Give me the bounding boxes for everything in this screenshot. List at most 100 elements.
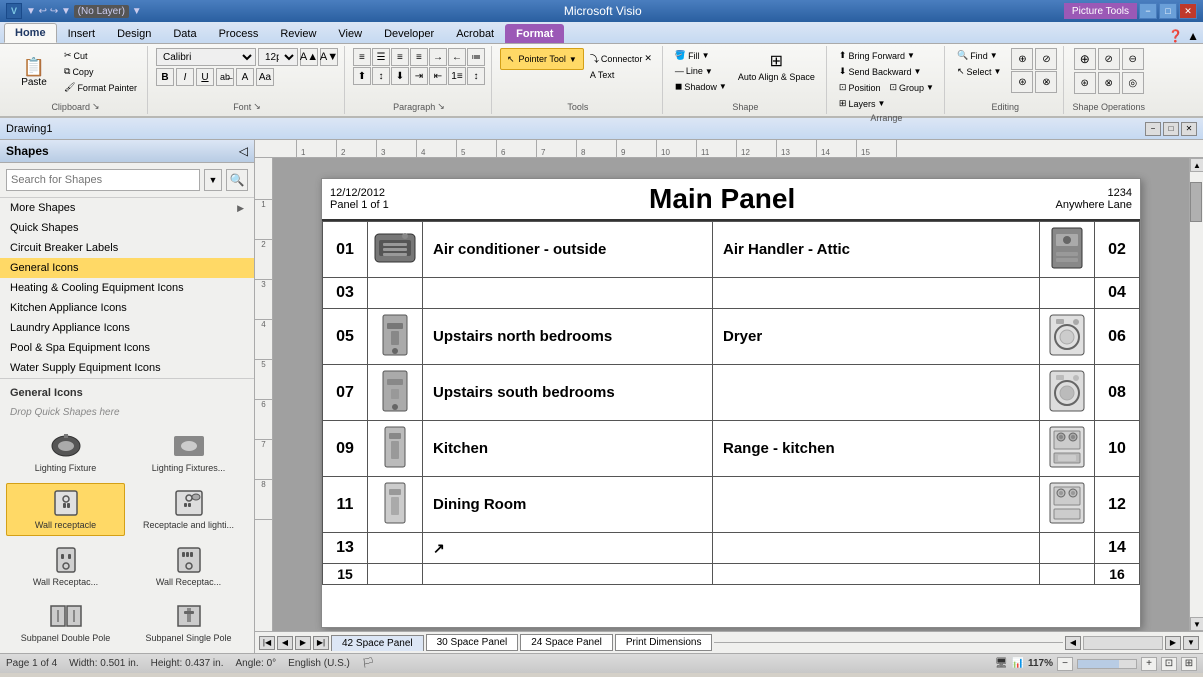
tab-prev-btn[interactable]: ◀: [277, 636, 293, 650]
search-btn[interactable]: 🔍: [226, 169, 248, 191]
underline-btn[interactable]: U: [196, 68, 214, 86]
connector-close-icon[interactable]: ✕: [644, 53, 652, 64]
align-center-btn[interactable]: ☰: [372, 48, 390, 66]
fill-dropdown-icon[interactable]: ▼: [702, 51, 710, 60]
collapse-ribbon-icon[interactable]: ▲: [1187, 29, 1199, 43]
italic-btn[interactable]: I: [176, 68, 194, 86]
canvas[interactable]: 12/12/2012 Panel 1 of 1 Main Panel 1234 …: [273, 158, 1189, 631]
shadow-button[interactable]: ◼ Shadow ▼: [671, 79, 731, 94]
tab-vert-scroll[interactable]: ▼: [1183, 636, 1199, 650]
shape-item-wall-receptac2[interactable]: Wall Receptac...: [129, 540, 248, 593]
shape-op-3[interactable]: ⊖: [1122, 48, 1144, 70]
shape-op-1[interactable]: ⊕: [1074, 48, 1096, 70]
indent-less-btn[interactable]: ⇤: [429, 67, 447, 85]
spacing-btn[interactable]: ↕: [467, 67, 485, 85]
line-button[interactable]: — Line ▼: [671, 64, 731, 78]
icon3[interactable]: ⊛: [1011, 71, 1033, 93]
doc-close-btn[interactable]: ✕: [1181, 122, 1197, 136]
sidebar-item-heating-cooling[interactable]: Heating & Cooling Equipment Icons: [0, 278, 254, 298]
connector-button[interactable]: ⤵ Connector ✕: [586, 50, 656, 67]
help-icon[interactable]: ❓: [1168, 29, 1183, 43]
highlight-btn[interactable]: Aa: [256, 68, 274, 86]
zoom-slider[interactable]: [1077, 659, 1137, 669]
tab-format[interactable]: Format: [505, 24, 564, 43]
shape-item-lighting-fixtures[interactable]: Lighting Fixtures...: [129, 426, 248, 479]
tab-view[interactable]: View: [327, 24, 373, 43]
shape-op-5[interactable]: ⊗: [1098, 72, 1120, 94]
find-dropdown[interactable]: ▼: [990, 51, 998, 60]
fill-button[interactable]: 🪣 Fill ▼: [671, 48, 731, 63]
tab-hscroll-left[interactable]: ◀: [1065, 636, 1081, 650]
shape-item-subpanel-double[interactable]: Subpanel Double Pole: [6, 596, 125, 649]
sidebar-item-pool-spa[interactable]: Pool & Spa Equipment Icons: [0, 338, 254, 358]
layers-btn[interactable]: ⊞ Layers ▼: [835, 96, 938, 111]
search-input[interactable]: [6, 169, 200, 191]
num-list-btn[interactable]: 1≡: [448, 67, 466, 85]
doc-minimize-btn[interactable]: −: [1145, 122, 1161, 136]
search-dropdown-btn[interactable]: ▼: [204, 169, 222, 191]
bold-btn[interactable]: B: [156, 68, 174, 86]
page-tab-30[interactable]: 30 Space Panel: [426, 634, 519, 651]
scroll-thumb[interactable]: [1190, 182, 1202, 222]
decrease-indent-btn[interactable]: ←: [448, 48, 466, 66]
indent-more-btn[interactable]: ⇥: [410, 67, 428, 85]
font-expand-icon[interactable]: ↘: [253, 101, 261, 112]
page-tab-24[interactable]: 24 Space Panel: [520, 634, 613, 651]
valign-bot-btn[interactable]: ⬇: [391, 67, 409, 85]
shape-item-receptacle-lighting[interactable]: Receptacle and lighti...: [129, 483, 248, 536]
sidebar-item-laundry[interactable]: Laundry Appliance Icons: [0, 318, 254, 338]
group-dropdown[interactable]: ▼: [926, 83, 934, 92]
scroll-track[interactable]: [1190, 172, 1203, 617]
bring-forward-dropdown[interactable]: ▼: [907, 51, 915, 60]
icon1[interactable]: ⊕: [1011, 48, 1033, 70]
valign-top-btn[interactable]: ⬆: [353, 67, 371, 85]
increase-font-btn[interactable]: A▲: [300, 48, 318, 66]
shadow-dropdown-icon[interactable]: ▼: [719, 82, 727, 91]
tab-acrobat[interactable]: Acrobat: [445, 24, 505, 43]
minimize-btn[interactable]: −: [1139, 3, 1157, 19]
text-button[interactable]: A Text: [586, 68, 656, 82]
cut-button[interactable]: ✂ Cut: [60, 48, 141, 63]
page-tab-print[interactable]: Print Dimensions: [615, 634, 713, 651]
icon4[interactable]: ⊗: [1035, 71, 1057, 93]
bring-forward-btn[interactable]: ⬆ Bring Forward ▼: [835, 48, 938, 63]
scroll-up-btn[interactable]: ▲: [1190, 158, 1203, 172]
shape-item-wall-receptac1[interactable]: Wall Receptac...: [6, 540, 125, 593]
pointer-tool-button[interactable]: ↖ Pointer Tool ▼: [500, 48, 584, 70]
restore-btn[interactable]: □: [1159, 3, 1177, 19]
font-color-btn[interactable]: A: [236, 68, 254, 86]
tab-process[interactable]: Process: [208, 24, 270, 43]
position-btn[interactable]: ⊡ Position: [835, 80, 885, 95]
sidebar-item-quick-shapes[interactable]: Quick Shapes: [0, 218, 254, 238]
tab-next-btn[interactable]: ▶: [295, 636, 311, 650]
valign-mid-btn[interactable]: ↕: [372, 67, 390, 85]
select-btn[interactable]: ↖ Select ▼: [953, 64, 1005, 79]
select-dropdown[interactable]: ▼: [994, 67, 1002, 76]
sidebar-item-more-shapes[interactable]: More Shapes ▶: [0, 198, 254, 218]
hscroll-track[interactable]: [1083, 636, 1163, 650]
line-dropdown-icon[interactable]: ▼: [705, 67, 713, 76]
layers-dropdown[interactable]: ▼: [877, 99, 885, 108]
shape-item-subpanel-single[interactable]: Subpanel Single Pole: [129, 596, 248, 649]
font-name-select[interactable]: Calibri: [156, 48, 256, 66]
justify-btn[interactable]: ≡: [410, 48, 428, 66]
zoom-in-btn[interactable]: +: [1141, 657, 1157, 671]
auto-align-btn[interactable]: ⊞ Auto Align & Space: [733, 48, 820, 85]
sidebar-item-general-icons[interactable]: General Icons: [0, 258, 254, 278]
align-right-btn[interactable]: ≡: [391, 48, 409, 66]
send-backward-dropdown[interactable]: ▼: [914, 67, 922, 76]
tab-last-btn[interactable]: ▶|: [313, 636, 329, 650]
copy-button[interactable]: ⧉ Copy: [60, 64, 141, 79]
tab-design[interactable]: Design: [106, 24, 162, 43]
tab-data[interactable]: Data: [162, 24, 207, 43]
doc-restore-btn[interactable]: □: [1163, 122, 1179, 136]
shape-op-2[interactable]: ⊘: [1098, 48, 1120, 70]
increase-indent-btn[interactable]: →: [429, 48, 447, 66]
align-left-btn[interactable]: ≡: [353, 48, 371, 66]
pointer-dropdown-icon[interactable]: ▼: [569, 55, 577, 64]
fit-width-btn[interactable]: ⊞: [1181, 657, 1197, 671]
list-btn[interactable]: ≔: [467, 48, 485, 66]
paragraph-expand-icon[interactable]: ↘: [437, 101, 445, 112]
sidebar-item-water-supply[interactable]: Water Supply Equipment Icons: [0, 358, 254, 378]
icon2[interactable]: ⊘: [1035, 48, 1057, 70]
